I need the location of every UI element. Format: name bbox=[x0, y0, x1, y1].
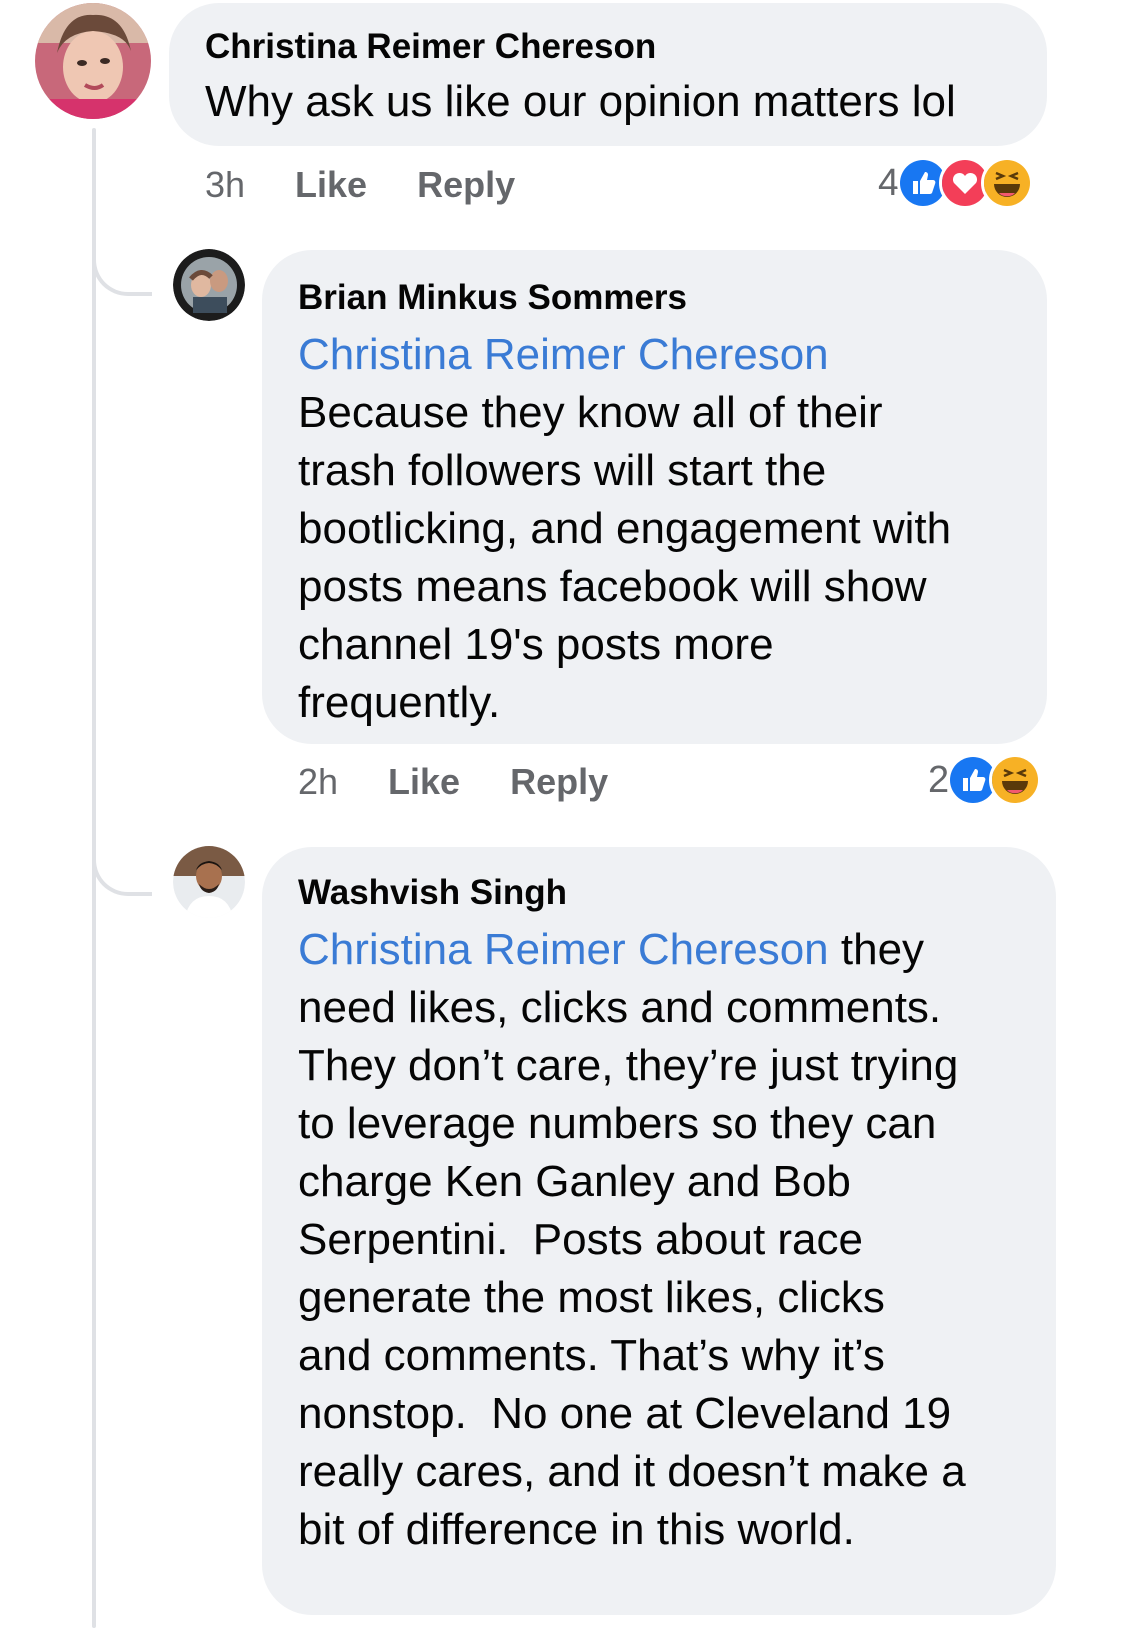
comment-text-line: bootlicking, and engagement with bbox=[298, 504, 952, 553]
reply-button[interactable]: Reply bbox=[510, 761, 608, 803]
reaction-count: 4 bbox=[878, 161, 900, 204]
comment-text-line: to leverage numbers so they can bbox=[298, 1099, 937, 1148]
comment-text-line: frequently. bbox=[298, 678, 501, 727]
comment-text-line: and comments. That’s why it’s bbox=[298, 1331, 885, 1380]
comment-body: Christina Reimer Chereson Because they k… bbox=[298, 326, 1047, 732]
comment-text-line: They don’t care, they’re just trying bbox=[298, 1041, 959, 1090]
avatar-photo-icon bbox=[35, 3, 151, 119]
thread-line bbox=[92, 128, 96, 1628]
comment-author[interactable]: Christina Reimer Chereson bbox=[205, 27, 1047, 67]
comment-text-segment: they bbox=[840, 925, 925, 974]
comment-meta: 2h Like Reply bbox=[298, 757, 658, 807]
haha-icon bbox=[981, 157, 1034, 209]
reaction-summary[interactable]: 4 bbox=[878, 157, 1034, 209]
reply-connector bbox=[92, 852, 152, 896]
avatar[interactable] bbox=[35, 3, 151, 119]
comment-text-line: trash followers will start the bbox=[298, 446, 827, 495]
comment-bubble: Brian Minkus Sommers Christina Reimer Ch… bbox=[262, 250, 1047, 744]
mention-link[interactable]: Christina Reimer Chereson bbox=[298, 326, 1047, 384]
avatar-photo-icon bbox=[173, 846, 245, 918]
comment-text-line: nonstop. No one at Cleveland 19 bbox=[298, 1389, 952, 1438]
haha-icon bbox=[989, 754, 1042, 806]
comment-text-line: bit of difference in this world. bbox=[298, 1505, 855, 1554]
comment-text-line: charge Ken Ganley and Bob bbox=[298, 1157, 851, 1206]
comment-time[interactable]: 3h bbox=[205, 164, 245, 206]
comment-bubble: Christina Reimer Chereson Why ask us lik… bbox=[169, 3, 1047, 146]
comment-author[interactable]: Brian Minkus Sommers bbox=[298, 278, 1047, 318]
comment-text-line: Because they know all of their bbox=[298, 388, 883, 437]
comment-meta: 3h Like Reply bbox=[205, 160, 565, 210]
reply-connector bbox=[92, 252, 152, 296]
comment-author[interactable]: Washvish Singh bbox=[298, 873, 1056, 913]
avatar[interactable] bbox=[173, 846, 245, 918]
comment-body: Christina Reimer Chereson they need like… bbox=[298, 921, 1056, 1559]
comment-bubble: Washvish Singh Christina Reimer Chereson… bbox=[262, 847, 1056, 1615]
reply-button[interactable]: Reply bbox=[417, 164, 515, 206]
like-button[interactable]: Like bbox=[388, 761, 460, 803]
comment-text-line: really cares, and it doesn’t make a bbox=[298, 1447, 966, 1496]
comment-time[interactable]: 2h bbox=[298, 761, 338, 803]
comment-text-line: Serpentini. Posts about race bbox=[298, 1215, 863, 1264]
reaction-summary[interactable]: 2 bbox=[928, 754, 1042, 806]
reaction-count: 2 bbox=[928, 758, 950, 801]
comment-text-line: generate the most likes, clicks bbox=[298, 1273, 885, 1322]
like-button[interactable]: Like bbox=[295, 164, 367, 206]
comment-text-line: channel 19's posts more bbox=[298, 620, 774, 669]
mention-link[interactable]: Christina Reimer Chereson bbox=[298, 925, 829, 974]
comment-text-line: need likes, clicks and comments. bbox=[298, 983, 942, 1032]
avatar-photo-icon bbox=[173, 249, 245, 321]
comment-text-line: posts means facebook will show bbox=[298, 562, 927, 611]
avatar[interactable] bbox=[173, 249, 245, 321]
comment-text: Why ask us like our opinion matters lol bbox=[205, 77, 956, 126]
